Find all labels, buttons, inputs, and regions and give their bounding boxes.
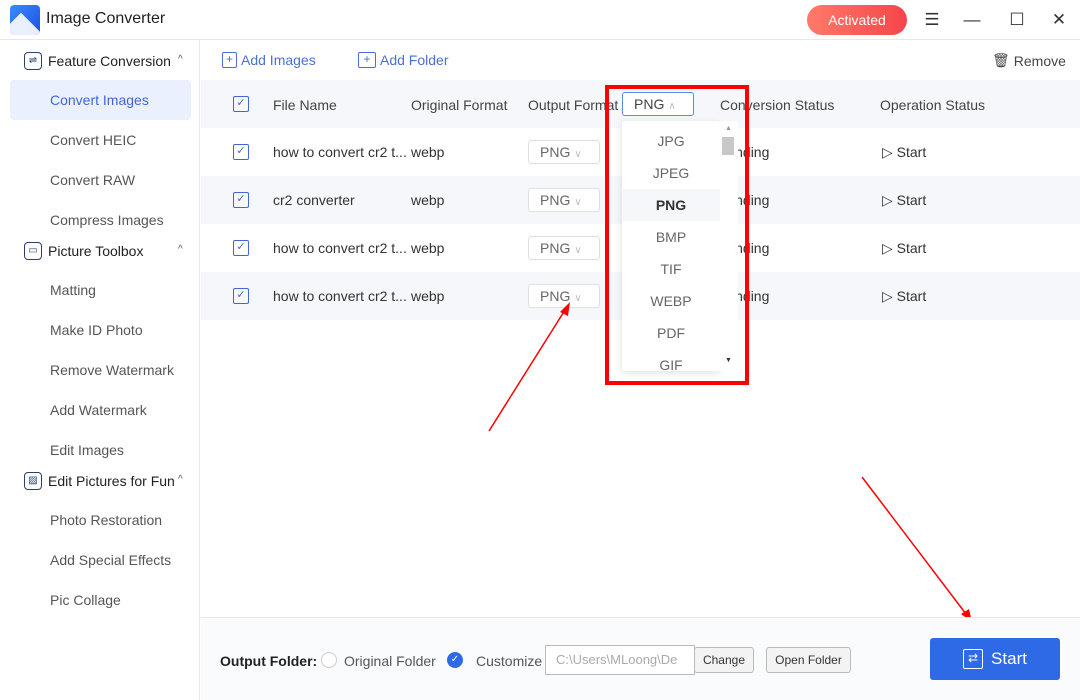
open-folder-button[interactable]: Open Folder [766, 647, 851, 673]
convert-icon: ⇄ [963, 649, 984, 669]
original-folder-label: Original Folder [344, 653, 436, 669]
radio-customize[interactable]: ✓ [447, 652, 463, 668]
start-label: Start [991, 649, 1027, 668]
annotation-arrows [488, 302, 972, 622]
output-folder-label: Output Folder: [220, 653, 318, 669]
customize-label: Customize [476, 653, 543, 669]
arrowhead-format [560, 302, 570, 316]
arrow-to-start [861, 476, 967, 615]
arrow-to-format [488, 309, 566, 432]
change-button[interactable]: Change [694, 647, 754, 673]
output-path-input[interactable]: C:\Users\MLoong\De [545, 645, 695, 675]
start-button[interactable]: ⇄ Start [930, 638, 1060, 680]
radio-original-folder[interactable] [321, 652, 337, 668]
